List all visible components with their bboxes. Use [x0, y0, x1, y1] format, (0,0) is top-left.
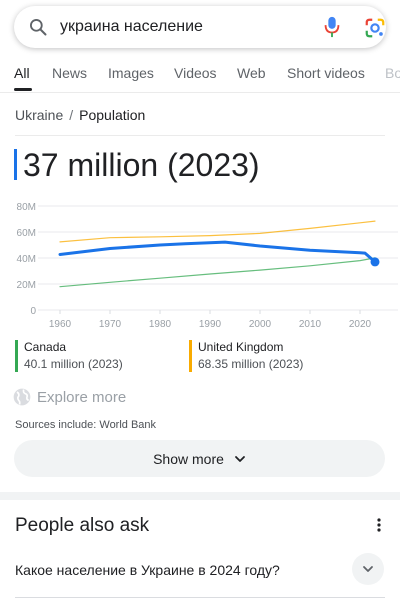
search-tabs: All News Images Videos Web Short videos … [0, 60, 400, 92]
y-tick-label: 60M [17, 228, 36, 239]
question-expand-button[interactable] [352, 553, 384, 585]
series-endpoint-marker[interactable] [370, 257, 380, 267]
y-tick-label: 0 [30, 306, 36, 317]
tab-videos[interactable]: Videos [174, 65, 217, 81]
active-tab-indicator [14, 88, 32, 91]
x-tick-label: 1960 [49, 319, 72, 330]
show-more-label: Show more [153, 450, 224, 467]
search-bar[interactable]: украина население [14, 6, 386, 48]
tabs-divider [0, 92, 400, 93]
chevron-down-icon [363, 566, 373, 572]
question-divider [15, 597, 385, 598]
legend-name: United Kingdom [198, 340, 284, 354]
tab-books[interactable]: Bo [385, 65, 400, 81]
x-tick-label: 2010 [299, 319, 322, 330]
population-answer: 37 million (2023) [23, 147, 260, 183]
tab-images[interactable]: Images [108, 65, 154, 81]
google-lens-icon[interactable] [364, 17, 386, 39]
legend-name: Canada [24, 340, 67, 354]
population-chart[interactable]: 0 20M 40M 60M 80M 1960 1970 1980 1990 2000 2010 202… [0, 196, 400, 336]
legend-color-bar [189, 340, 192, 372]
explore-more-label: Explore more [37, 388, 127, 406]
globe-icon [13, 388, 31, 406]
legend-united-kingdom[interactable]: United Kingdom 68.35 million (2023) [189, 339, 379, 373]
y-tick-label: 80M [17, 202, 36, 213]
show-more-button[interactable]: Show more [14, 440, 385, 477]
breadcrumb: Ukraine / Population [15, 107, 145, 123]
tab-short-videos[interactable]: Short videos [287, 65, 365, 81]
search-icon[interactable] [28, 17, 48, 37]
explore-more-link[interactable]: Explore more [12, 386, 126, 408]
x-tick-label: 2020 [349, 319, 372, 330]
breadcrumb-current: Population [79, 107, 146, 123]
breadcrumb-divider [15, 135, 385, 136]
x-tick-label: 1970 [99, 319, 122, 330]
y-tick-label: 20M [17, 280, 36, 291]
breadcrumb-parent[interactable]: Ukraine [15, 107, 63, 123]
chevron-down-icon [235, 455, 245, 462]
legend-color-bar [15, 340, 18, 372]
tab-news[interactable]: News [52, 65, 87, 81]
question-item-label[interactable]: Какое население в Украине в 2024 году? [15, 562, 280, 578]
legend-canada[interactable]: Canada 40.1 million (2023) [15, 339, 185, 373]
tab-all[interactable]: All [14, 65, 30, 81]
people-also-ask-title: People also ask [15, 515, 150, 536]
x-tick-label: 2000 [249, 319, 272, 330]
answer-accent-bar [14, 149, 17, 180]
x-tick-label: 1980 [149, 319, 172, 330]
x-tick-label: 1990 [199, 319, 222, 330]
section-separator [0, 492, 400, 500]
search-input[interactable]: украина население [60, 18, 203, 36]
tab-web[interactable]: Web [237, 65, 266, 81]
sources-note: Sources include: World Bank [15, 419, 157, 431]
more-options-icon[interactable] [374, 517, 384, 533]
legend-value: 40.1 million (2023) [24, 357, 123, 371]
microphone-icon[interactable] [322, 16, 342, 38]
legend-value: 68.35 million (2023) [198, 357, 304, 371]
series-line-ukraine[interactable] [58, 240, 377, 264]
y-tick-label: 40M [17, 254, 36, 265]
breadcrumb-separator: / [69, 107, 74, 123]
series-line-canada[interactable] [59, 257, 376, 288]
